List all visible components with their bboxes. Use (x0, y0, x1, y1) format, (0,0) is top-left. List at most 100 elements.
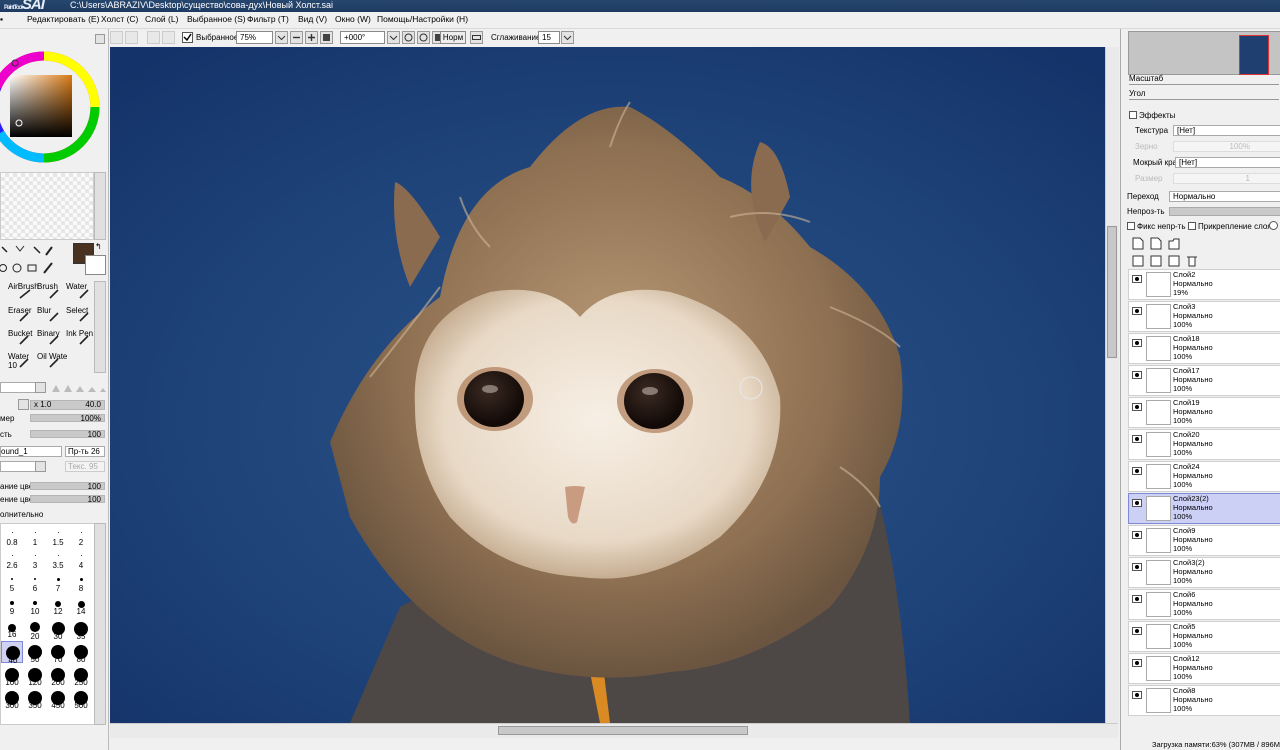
brush-size-cell[interactable]: 300 (1, 687, 23, 710)
zoom-in-button[interactable] (305, 31, 318, 44)
brush-size-cell[interactable]: 250 (70, 664, 92, 687)
eye-icon[interactable] (1132, 595, 1142, 603)
layer-row[interactable]: Слой6 Нормально 100% (1128, 589, 1280, 620)
brush-size-cell[interactable]: 40 (1, 641, 23, 665)
horizontal-scroll-thumb[interactable] (498, 726, 748, 735)
menu-item-selection[interactable]: Выбранное (S) (187, 14, 246, 24)
brush-shape-presets[interactable] (50, 382, 106, 393)
layer-toolbar[interactable] (1131, 236, 1211, 268)
eye-icon[interactable] (1132, 499, 1142, 507)
layer-opacity-slider[interactable] (1169, 207, 1280, 216)
layer-row[interactable]: Слой19 Нормально 100% (1128, 397, 1280, 428)
menu-item-help[interactable]: Помощь/Настройки (H) (377, 14, 468, 24)
deselect-button[interactable] (147, 31, 160, 44)
brush-size-cell[interactable]: 20 (24, 618, 46, 641)
eye-icon[interactable] (1132, 659, 1142, 667)
zoom-slider[interactable] (1129, 84, 1279, 85)
canvas-artwork[interactable] (110, 47, 1118, 723)
brush-size-cell[interactable]: 7 (47, 572, 69, 594)
brush-size-cell[interactable]: 8 (70, 572, 92, 594)
brush-size-scrollbar[interactable] (94, 523, 106, 725)
effects-collapse-icon[interactable] (1129, 111, 1137, 119)
smoothing-dropdown-button[interactable] (561, 31, 574, 44)
angle-slider[interactable] (1129, 99, 1279, 100)
layer-row[interactable]: Слой23(2) Нормально 100% (1128, 493, 1280, 524)
brush-size-cell[interactable]: 16 (1, 618, 23, 640)
zoom-dropdown-button[interactable] (275, 31, 288, 44)
brush-size-cell[interactable]: 70 (47, 641, 69, 664)
brush-size-cell[interactable]: 6 (24, 572, 46, 594)
size-multiplier-dropdown[interactable] (18, 399, 29, 410)
brush-size-cell[interactable]: 350 (24, 687, 46, 710)
brush-size-cell[interactable]: 1 (24, 526, 46, 548)
brush-size-cell[interactable]: 100 (1, 664, 23, 687)
brush-size-cell[interactable]: 4 (70, 549, 92, 571)
brush-shape-select[interactable]: ound_1 (0, 446, 62, 457)
rotate-left-button[interactable] (402, 31, 415, 44)
shape-strength-field[interactable]: Пр-ть 26 (65, 446, 105, 457)
undo-button[interactable] (110, 31, 123, 44)
eye-icon[interactable] (1132, 531, 1142, 539)
brush-size-cell[interactable]: 80 (70, 641, 92, 664)
brush-mode-select[interactable] (0, 382, 36, 393)
eye-icon[interactable] (1132, 339, 1142, 347)
brush-size-cell[interactable]: 30 (47, 618, 69, 641)
brush-size-cell[interactable]: 200 (47, 664, 69, 687)
texture-strength-field[interactable]: Текс. 95 (65, 461, 105, 472)
navigator-preview[interactable] (1128, 31, 1280, 75)
layer-row[interactable]: Слой8 Нормально 100% (1128, 685, 1280, 716)
vertical-scroll-thumb[interactable] (1107, 226, 1117, 358)
tool-icons-row[interactable] (0, 243, 62, 277)
brush-size-cell[interactable]: 10 (24, 595, 46, 617)
navigator-viewport[interactable] (1239, 35, 1269, 75)
eye-icon[interactable] (1132, 627, 1142, 635)
eye-icon[interactable] (1132, 563, 1142, 571)
menu-item-view[interactable]: Вид (V) (298, 14, 327, 24)
min-size-slider[interactable]: 100% (30, 414, 105, 423)
texture-select[interactable]: [Нет] (1173, 125, 1280, 136)
brush-size-cell[interactable]: 3.5 (47, 549, 69, 571)
layer-row[interactable]: Слой12 Нормально 100% (1128, 653, 1280, 684)
zoom-reset-button[interactable] (320, 31, 333, 44)
menu-item-window[interactable]: Окно (W) (335, 14, 371, 24)
zoom-select[interactable]: 75% (236, 31, 273, 44)
rotate-right-button[interactable] (417, 31, 430, 44)
extra-option-radio[interactable] (1269, 221, 1278, 230)
canvas-horizontal-scrollbar[interactable] (110, 723, 1118, 738)
menu-item-canvas[interactable]: Холст (C) (101, 14, 138, 24)
layer-row[interactable]: Слой3 Нормально 100% (1128, 301, 1280, 332)
wet-edge-select[interactable]: [Нет] (1175, 157, 1280, 168)
brush-mode-dropdown[interactable] (35, 382, 46, 393)
brush-size-cell[interactable]: 3 (24, 549, 46, 571)
brush-size-cell[interactable]: 5 (1, 572, 23, 594)
eye-icon[interactable] (1132, 307, 1142, 315)
layer-blend-select[interactable]: Нормально (1169, 191, 1280, 202)
selection-checkbox[interactable] (182, 32, 193, 43)
brush-size-cell[interactable]: 120 (24, 664, 46, 687)
eye-icon[interactable] (1132, 467, 1142, 475)
brush-size-cell[interactable]: 12 (47, 595, 69, 617)
brush-size-cell[interactable]: 50 (24, 641, 46, 664)
secondary-color-swatch[interactable] (85, 255, 106, 275)
brush-size-cell[interactable]: 9 (1, 595, 23, 617)
scratchpad[interactable] (0, 172, 94, 240)
invert-selection-button[interactable] (162, 31, 175, 44)
color-wheel[interactable] (0, 47, 100, 169)
brush-size-cell[interactable]: 0.8 (1, 526, 23, 548)
menu-item-edit[interactable]: Редактировать (E) (27, 14, 99, 24)
eye-icon[interactable] (1132, 403, 1142, 411)
brush-size-cell[interactable]: 2.6 (1, 549, 23, 571)
fix-opacity-checkbox[interactable] (1127, 222, 1135, 230)
canvas-vertical-scrollbar[interactable] (1105, 47, 1119, 723)
eye-icon[interactable] (1132, 275, 1142, 283)
brush-slots-scrollbar[interactable] (94, 281, 106, 373)
flip-button[interactable] (470, 31, 483, 44)
layer-row[interactable]: Слой20 Нормально 100% (1128, 429, 1280, 460)
layer-row[interactable]: Слой18 Нормально 100% (1128, 333, 1280, 364)
clipping-checkbox[interactable] (1188, 222, 1196, 230)
texture-select[interactable] (0, 461, 36, 472)
eye-icon[interactable] (1132, 691, 1142, 699)
redo-button[interactable] (125, 31, 138, 44)
panel-collapse-button[interactable] (95, 34, 105, 44)
smoothing-input[interactable]: 15 (538, 31, 560, 44)
